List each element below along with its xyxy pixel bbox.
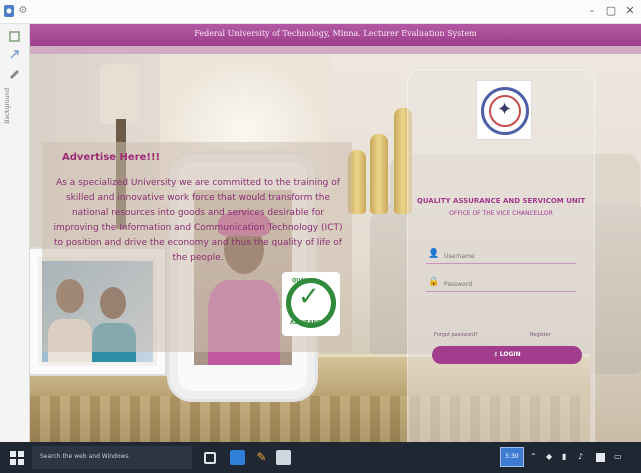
page: Advertise Here!!! As a specialized Unive… — [30, 24, 641, 442]
volume-icon[interactable]: ♪ — [578, 452, 583, 461]
pen-icon[interactable] — [8, 66, 21, 79]
login-button-label: LOGIN — [499, 351, 521, 358]
badge-text-top: QUALITY — [292, 278, 317, 284]
side-toolbar-label: Background — [4, 88, 11, 124]
unit-subtitle: OFFICE OF THE VICE CHANCELLOR — [449, 210, 553, 217]
lock-icon: 🔒 — [428, 277, 440, 287]
settings-icon[interactable]: ⚙ — [16, 4, 30, 18]
badge-text-bottom: ASSURANCE — [290, 320, 324, 326]
user-icon: 👤 — [428, 249, 440, 259]
page-title: Federal University of Technology, Minna.… — [194, 29, 477, 38]
taskbar: Search the web and Windows ✎ 5:30 ⌃ ◆ ▮ … — [0, 442, 641, 473]
show-hidden-icons-icon[interactable]: ⌃ — [530, 452, 537, 461]
login-links: Forgot password? Register — [434, 332, 574, 338]
login-panel: ✦ QUALITY ASSURANCE AND SERVICOM UNIT OF… — [408, 70, 594, 442]
checkmark-icon: ✓ — [298, 282, 320, 312]
password-field: 🔒 — [426, 276, 576, 292]
taskbar-search-placeholder: Search the web and Windows — [40, 453, 129, 460]
window-titlebar: ⚙ - ▢ ✕ — [0, 0, 641, 24]
register-link[interactable]: Register — [530, 332, 551, 338]
windows-start-icon[interactable] — [10, 451, 24, 465]
minimize-button[interactable]: - — [585, 4, 599, 18]
battery-icon[interactable]: ▮ — [562, 452, 566, 461]
taskbar-clock[interactable]: 5:30 — [500, 447, 524, 467]
username-field: 👤 — [426, 248, 576, 264]
unit-title: QUALITY ASSURANCE AND SERVICOM UNIT — [416, 197, 586, 205]
login-button[interactable]: ⚷ LOGIN — [432, 346, 582, 364]
expand-icon[interactable] — [8, 48, 21, 61]
background-vase — [370, 134, 388, 214]
password-input[interactable] — [444, 278, 572, 290]
quality-assurance-badge: ✓ QUALITY ASSURANCE — [282, 272, 340, 336]
side-toolbar: Background — [0, 24, 30, 442]
app-pinned-icon[interactable] — [276, 450, 291, 465]
star-emblem-icon: ✦ — [497, 99, 513, 120]
page-header: Federal University of Technology, Minna.… — [30, 24, 641, 46]
advert-title: Advertise Here!!! — [62, 152, 161, 163]
keyboard-icon[interactable]: ▭ — [614, 452, 622, 461]
header-band — [30, 46, 641, 54]
username-input[interactable] — [444, 250, 572, 262]
restore-button[interactable]: ▢ — [604, 4, 618, 18]
browser-icon[interactable] — [230, 450, 245, 465]
pin-icon[interactable] — [8, 30, 21, 43]
notification-icon[interactable] — [596, 453, 605, 462]
advert-body: As a specialized University we are commi… — [53, 178, 343, 263]
task-view-icon[interactable] — [204, 452, 216, 464]
close-button[interactable]: ✕ — [623, 4, 637, 18]
university-logo: ✦ — [476, 80, 532, 140]
network-icon[interactable]: ◆ — [546, 452, 552, 461]
background-lamp — [100, 64, 140, 124]
taskbar-search[interactable]: Search the web and Windows — [32, 446, 192, 469]
paint-icon[interactable]: ✎ — [254, 450, 269, 465]
forgot-password-link[interactable]: Forgot password? — [434, 332, 478, 338]
app-icon — [4, 5, 14, 17]
